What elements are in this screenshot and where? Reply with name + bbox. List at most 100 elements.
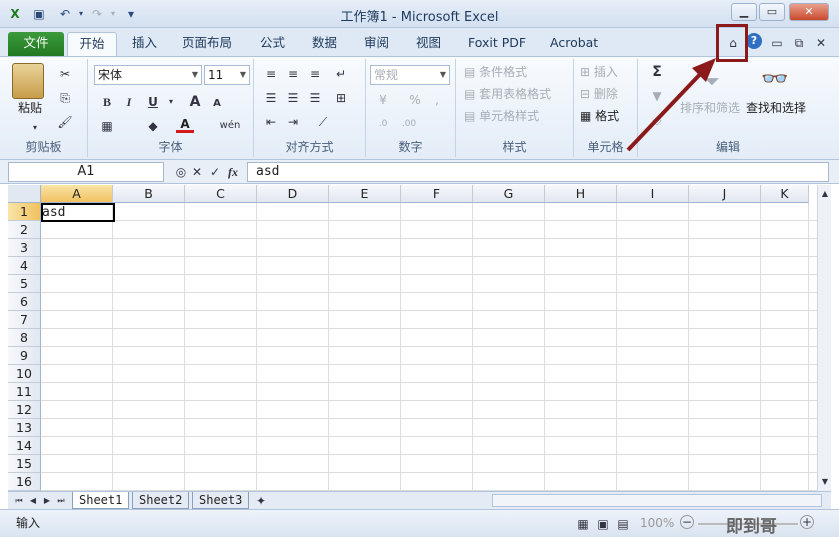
row-header-3[interactable]: 3 <box>8 239 41 257</box>
scroll-up-icon[interactable]: ▲ <box>816 185 834 203</box>
column-header-b[interactable]: B <box>113 185 185 203</box>
tab-acrobat[interactable]: Acrobat <box>540 32 608 56</box>
border-icon[interactable]: ▦ <box>98 117 116 135</box>
align-bottom-icon[interactable]: ≡ <box>306 65 324 83</box>
column-header-k[interactable]: K <box>761 185 809 203</box>
bold-button[interactable]: B <box>98 93 116 111</box>
column-header-i[interactable]: I <box>617 185 689 203</box>
format-painter-icon[interactable]: 🖌 <box>56 113 74 131</box>
font-size-select[interactable]: 11 ▼ <box>204 65 250 85</box>
tab-formulas[interactable]: 公式 <box>250 32 295 56</box>
align-middle-icon[interactable]: ≡ <box>284 65 302 83</box>
name-box[interactable]: A1 <box>8 162 164 182</box>
row-header-4[interactable]: 4 <box>8 257 41 275</box>
row-header-10[interactable]: 10 <box>8 365 41 383</box>
formula-input[interactable]: asd <box>247 162 829 182</box>
column-header-e[interactable]: E <box>329 185 401 203</box>
cell-styles-button[interactable]: ▤ 单元格样式 <box>464 107 539 125</box>
decrease-indent-icon[interactable]: ⇤ <box>262 113 280 131</box>
delete-cells-button[interactable]: ⊟ 删除 <box>580 85 618 103</box>
worksheet-grid[interactable]: ABCDEFGHIJK 1 2 3 4 5 6 7 8 9 10 11 12 13 14 15 16 asd <box>8 185 817 491</box>
insert-function-button[interactable]: fx <box>224 163 242 181</box>
tab-file[interactable]: 文件 <box>8 32 64 56</box>
comma-button[interactable]: , <box>428 91 446 109</box>
align-center-icon[interactable]: ☰ <box>284 89 302 107</box>
row-header-11[interactable]: 11 <box>8 383 41 401</box>
insert-cells-button[interactable]: ⊞ 插入 <box>580 63 618 81</box>
page-break-view-icon[interactable]: ▤ <box>614 515 632 533</box>
binoculars-icon[interactable]: 👓 <box>760 65 790 95</box>
scroll-down-icon[interactable]: ▼ <box>816 473 834 491</box>
fill-color-icon[interactable]: ◆ <box>144 117 162 135</box>
percent-button[interactable]: % <box>406 91 424 109</box>
tab-insert[interactable]: 插入 <box>122 32 167 56</box>
insert-sheet-icon[interactable]: ✦ <box>252 492 270 510</box>
column-header-h[interactable]: H <box>545 185 617 203</box>
increase-indent-icon[interactable]: ⇥ <box>284 113 302 131</box>
tab-review[interactable]: 审阅 <box>354 32 399 56</box>
format-cells-button[interactable]: ▦ 格式 <box>580 107 619 125</box>
copy-icon[interactable]: ⎘ <box>56 89 74 107</box>
row-header-12[interactable]: 12 <box>8 401 41 419</box>
sheet-tab-3[interactable]: Sheet3 <box>192 492 250 509</box>
orientation-icon[interactable]: ⟋ <box>314 113 332 131</box>
column-header-f[interactable]: F <box>401 185 473 203</box>
workbook-restore-icon[interactable]: ⧉ <box>790 34 808 52</box>
row-header-1[interactable]: 1 <box>8 203 41 221</box>
underline-dropdown-icon[interactable]: ▾ <box>162 93 180 111</box>
zoom-level[interactable]: 100% <box>640 514 674 532</box>
row-header-9[interactable]: 9 <box>8 347 41 365</box>
normal-view-icon[interactable]: ▦ <box>574 515 592 533</box>
align-top-icon[interactable]: ≡ <box>262 65 280 83</box>
horizontal-scrollbar[interactable] <box>492 494 822 507</box>
tab-home[interactable]: 开始 <box>67 32 117 56</box>
tab-foxit-pdf[interactable]: Foxit PDF <box>458 32 536 56</box>
conditional-format-button[interactable]: ▤ 条件格式 <box>464 63 527 81</box>
italic-button[interactable]: I <box>120 93 138 111</box>
row-header-8[interactable]: 8 <box>8 329 41 347</box>
sheet-tab-2[interactable]: Sheet2 <box>132 492 190 509</box>
tab-page-layout[interactable]: 页面布局 <box>172 32 242 56</box>
increase-decimal-icon[interactable]: .0 <box>374 115 392 133</box>
row-header-15[interactable]: 15 <box>8 455 41 473</box>
row-header-16[interactable]: 16 <box>8 473 41 491</box>
confirm-entry-icon[interactable]: ✓ <box>206 163 224 181</box>
row-header-14[interactable]: 14 <box>8 437 41 455</box>
paste-icon[interactable] <box>12 63 44 99</box>
page-layout-view-icon[interactable]: ▣ <box>594 515 612 533</box>
shrink-font-button[interactable]: A <box>208 95 226 113</box>
row-header-6[interactable]: 6 <box>8 293 41 311</box>
grow-font-button[interactable]: A <box>186 93 204 111</box>
tab-data[interactable]: 数据 <box>302 32 347 56</box>
font-name-select[interactable]: 宋体 ▼ <box>94 65 202 85</box>
row-header-5[interactable]: 5 <box>8 275 41 293</box>
align-left-icon[interactable]: ☰ <box>262 89 280 107</box>
clear-icon[interactable]: ◇ <box>648 111 666 129</box>
column-header-c[interactable]: C <box>185 185 257 203</box>
cut-icon[interactable]: ✂ <box>56 65 74 83</box>
help-icon[interactable]: ? <box>746 33 762 49</box>
column-header-j[interactable]: J <box>689 185 761 203</box>
sort-filter-icon[interactable]: ⏷ <box>698 67 726 95</box>
column-header-g[interactable]: G <box>473 185 545 203</box>
font-color-button[interactable]: A <box>176 115 194 133</box>
underline-button[interactable]: U <box>144 93 162 111</box>
column-header-d[interactable]: D <box>257 185 329 203</box>
format-as-table-button[interactable]: ▤ 套用表格格式 <box>464 85 551 103</box>
last-sheet-icon[interactable]: ⏭ <box>52 492 70 510</box>
zoom-out-icon[interactable]: − <box>680 515 694 529</box>
tab-view[interactable]: 视图 <box>406 32 451 56</box>
column-header-a[interactable]: A <box>41 185 113 203</box>
merge-center-icon[interactable]: ⊞ <box>332 89 350 107</box>
vertical-scrollbar[interactable]: ▲ ▼ <box>817 185 831 491</box>
row-header-7[interactable]: 7 <box>8 311 41 329</box>
autosum-button[interactable]: Σ <box>648 63 666 81</box>
paste-dropdown-icon[interactable]: ▾ <box>26 119 44 137</box>
number-format-select[interactable]: 常规 ▼ <box>370 65 450 85</box>
maximize-button[interactable]: ▭ <box>759 3 785 21</box>
row-header-2[interactable]: 2 <box>8 221 41 239</box>
decrease-decimal-icon[interactable]: .00 <box>400 115 418 133</box>
align-right-icon[interactable]: ☰ <box>306 89 324 107</box>
workbook-close-icon[interactable]: ✕ <box>812 34 830 52</box>
find-select-button[interactable]: 查找和选择 <box>746 99 806 117</box>
